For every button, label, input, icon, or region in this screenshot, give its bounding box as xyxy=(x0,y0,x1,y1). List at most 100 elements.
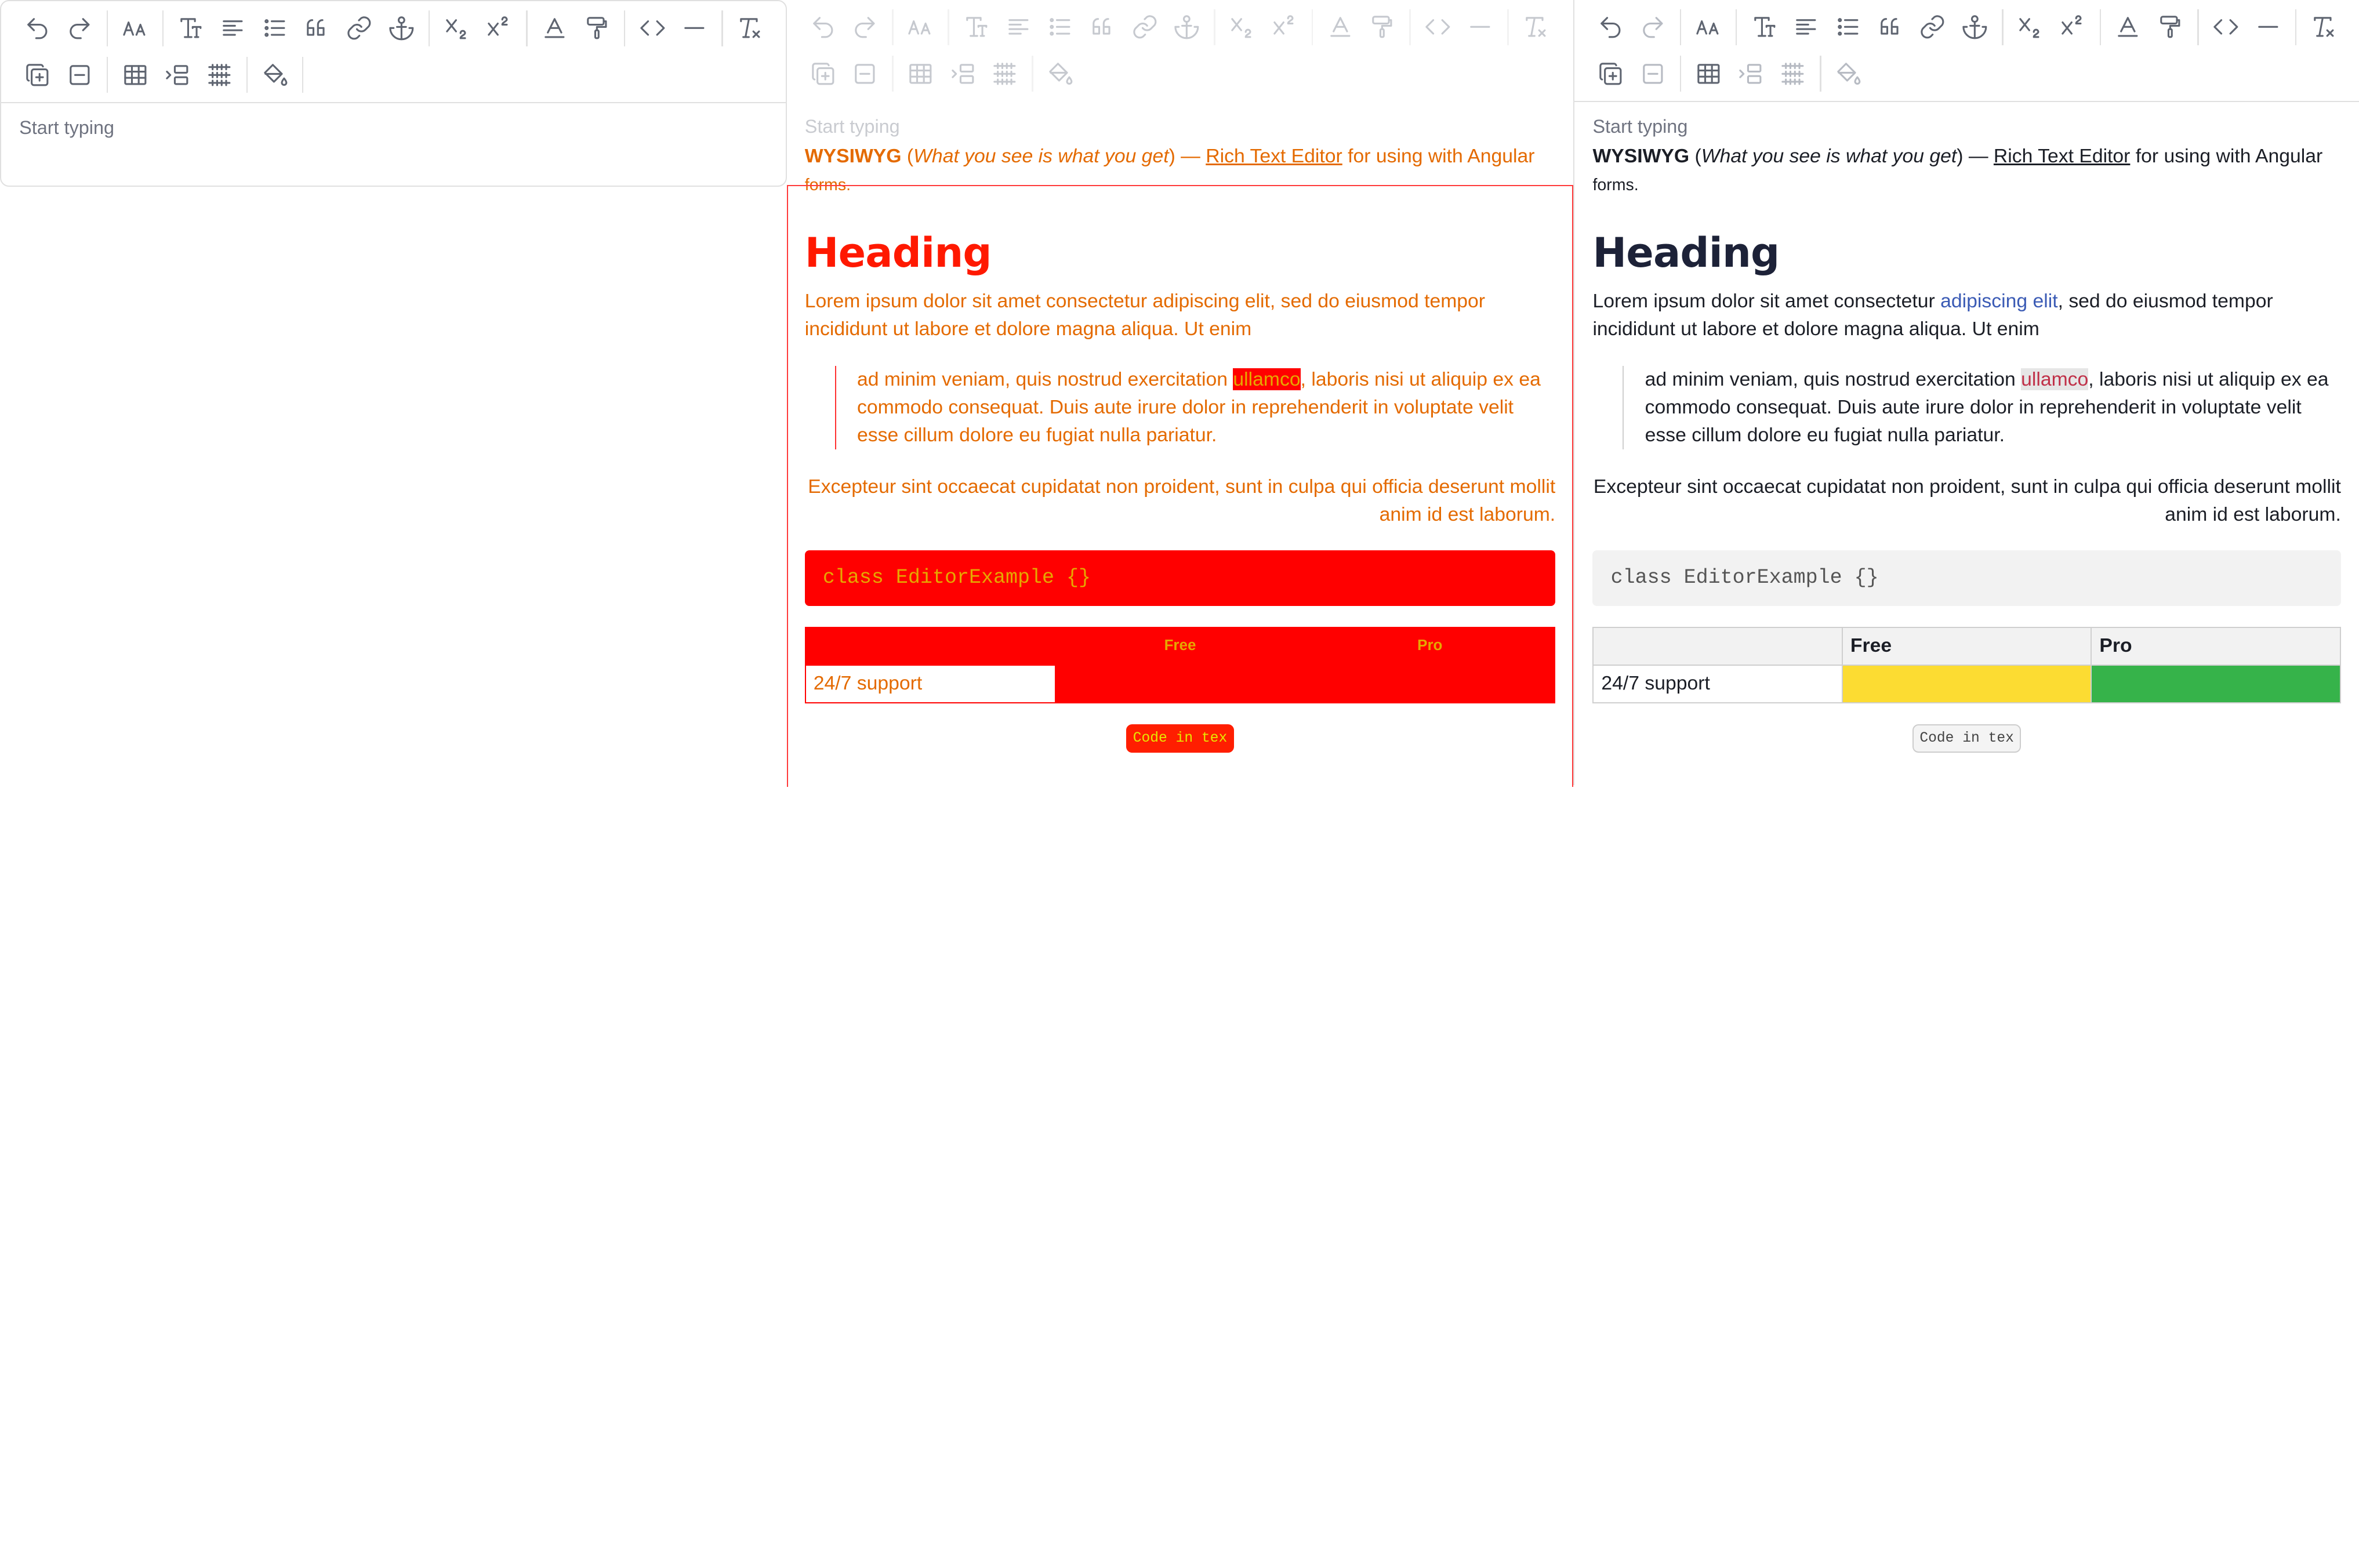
align-icon[interactable] xyxy=(212,7,254,49)
subscript-icon[interactable] xyxy=(436,7,478,49)
table-header-cell[interactable] xyxy=(1592,627,1843,666)
remove-block-icon[interactable] xyxy=(844,53,886,95)
subscript-icon[interactable] xyxy=(1221,6,1264,48)
editor-content[interactable]: WYSIWYG (What you see is what you get) —… xyxy=(804,143,1556,753)
toolbar-row-2 xyxy=(1589,53,1869,95)
paragraph-text: Lorem ipsum dolor sit amet consectetur xyxy=(1592,290,1941,313)
undo-icon[interactable] xyxy=(16,7,59,49)
table-cell[interactable]: 24/7 support xyxy=(1592,664,1843,703)
undo-icon[interactable] xyxy=(1589,6,1632,48)
code-icon[interactable] xyxy=(1417,6,1459,48)
add-block-icon[interactable] xyxy=(1589,53,1632,95)
table-cell-yellow[interactable] xyxy=(1054,664,1306,703)
table-grid-icon[interactable] xyxy=(198,54,241,96)
quote-text: ad minim veniam, quis nostrud exercitati… xyxy=(1645,368,2022,390)
blockquote-icon[interactable] xyxy=(1870,6,1912,48)
table-header-cell[interactable]: Pro xyxy=(1304,627,1556,666)
clear-format-icon[interactable] xyxy=(2303,6,2345,48)
format-painter-icon[interactable] xyxy=(1361,6,1403,48)
editor-placeholder[interactable]: Start typing xyxy=(805,116,900,137)
lead-text: ( xyxy=(901,145,914,168)
blockquote-icon[interactable] xyxy=(296,7,338,49)
table-grid-icon[interactable] xyxy=(983,53,1026,95)
code-icon[interactable] xyxy=(632,7,674,49)
table-row: 24/7 support xyxy=(804,664,1556,703)
text-color-icon[interactable] xyxy=(2107,6,2150,48)
horizontal-rule-icon[interactable] xyxy=(673,7,716,49)
table-icon[interactable] xyxy=(1687,53,1730,95)
text-style-icon[interactable] xyxy=(1743,6,1785,48)
table-header-cell[interactable]: Free xyxy=(1054,627,1306,666)
list-icon[interactable] xyxy=(1039,6,1081,48)
superscript-icon[interactable] xyxy=(478,7,520,49)
blockquote-icon[interactable] xyxy=(1081,6,1124,48)
toolbar-row-1 xyxy=(1589,6,2345,48)
text-color-icon[interactable] xyxy=(1319,6,1362,48)
paint-bucket-icon[interactable] xyxy=(1039,53,1081,95)
rich-text-editor-link[interactable]: Rich Text Editor xyxy=(1994,145,2131,167)
editor-placeholder[interactable]: Start typing xyxy=(19,117,114,139)
wysiwyg-bold: WYSIWYG xyxy=(804,145,902,168)
redo-icon[interactable] xyxy=(59,7,101,49)
adipiscing-link[interactable]: adipiscing elit xyxy=(1940,290,2057,312)
rich-text-editor-link[interactable]: Rich Text Editor xyxy=(1206,145,1342,167)
quote-mark: ullamco xyxy=(2021,368,2089,390)
table-row: 24/7 support xyxy=(1592,664,2341,703)
editor-toolbar-disabled xyxy=(787,0,1574,102)
insert-column-icon[interactable] xyxy=(156,54,198,96)
lead-text: for using with Angular xyxy=(1342,145,1535,168)
add-block-icon[interactable] xyxy=(16,54,59,96)
text-style-icon[interactable] xyxy=(955,6,997,48)
code-block: class EditorExample {} xyxy=(804,550,1556,606)
superscript-icon[interactable] xyxy=(2052,6,2094,48)
table-cell-yellow[interactable] xyxy=(1841,664,2092,703)
format-painter-icon[interactable] xyxy=(2149,6,2191,48)
table-grid-icon[interactable] xyxy=(1772,53,1814,95)
link-icon[interactable] xyxy=(1124,6,1166,48)
superscript-icon[interactable] xyxy=(1264,6,1306,48)
table-header-cell[interactable] xyxy=(804,627,1056,666)
editor-placeholder[interactable]: Start typing xyxy=(1592,116,1687,137)
subscript-icon[interactable] xyxy=(2009,6,2052,48)
redo-icon[interactable] xyxy=(844,6,886,48)
list-icon[interactable] xyxy=(254,7,296,49)
font-size-icon[interactable] xyxy=(1687,6,1730,48)
table-header-cell[interactable]: Free xyxy=(1841,627,2092,666)
table-icon[interactable] xyxy=(114,54,157,96)
align-icon[interactable] xyxy=(1785,6,1827,48)
font-size-icon[interactable] xyxy=(899,6,942,48)
align-icon[interactable] xyxy=(997,6,1040,48)
remove-block-icon[interactable] xyxy=(59,54,101,96)
insert-column-icon[interactable] xyxy=(1729,53,1772,95)
editor-content[interactable]: WYSIWYG (What you see is what you get) —… xyxy=(1592,143,2341,753)
clear-format-icon[interactable] xyxy=(1515,6,1557,48)
horizontal-rule-icon[interactable] xyxy=(1459,6,1501,48)
link-icon[interactable] xyxy=(1911,6,1954,48)
table-cell-green[interactable] xyxy=(1304,664,1556,703)
horizontal-rule-icon[interactable] xyxy=(2247,6,2289,48)
insert-column-icon[interactable] xyxy=(942,53,984,95)
format-painter-icon[interactable] xyxy=(576,7,618,49)
redo-icon[interactable] xyxy=(1632,6,1674,48)
add-block-icon[interactable] xyxy=(802,53,844,95)
link-icon[interactable] xyxy=(338,7,380,49)
clear-format-icon[interactable] xyxy=(729,7,771,49)
paragraph-highlight: adipiscing elit xyxy=(1152,290,1270,313)
text-color-icon[interactable] xyxy=(534,7,576,49)
paint-bucket-icon[interactable] xyxy=(254,54,296,96)
anchor-icon[interactable] xyxy=(1166,6,1208,48)
text-style-icon[interactable] xyxy=(170,7,212,49)
paint-bucket-icon[interactable] xyxy=(1827,53,1870,95)
table-header-cell[interactable]: Pro xyxy=(2091,627,2341,666)
code-icon[interactable] xyxy=(2205,6,2247,48)
font-size-icon[interactable] xyxy=(114,7,157,49)
list-icon[interactable] xyxy=(1827,6,1870,48)
undo-icon[interactable] xyxy=(802,6,844,48)
table-cell[interactable]: 24/7 support xyxy=(804,664,1056,703)
toolbar-row-2 xyxy=(16,54,310,96)
anchor-icon[interactable] xyxy=(1954,6,1996,48)
anchor-icon[interactable] xyxy=(380,7,423,49)
table-icon[interactable] xyxy=(899,53,942,95)
remove-block-icon[interactable] xyxy=(1632,53,1674,95)
table-cell-green[interactable] xyxy=(2091,664,2341,703)
